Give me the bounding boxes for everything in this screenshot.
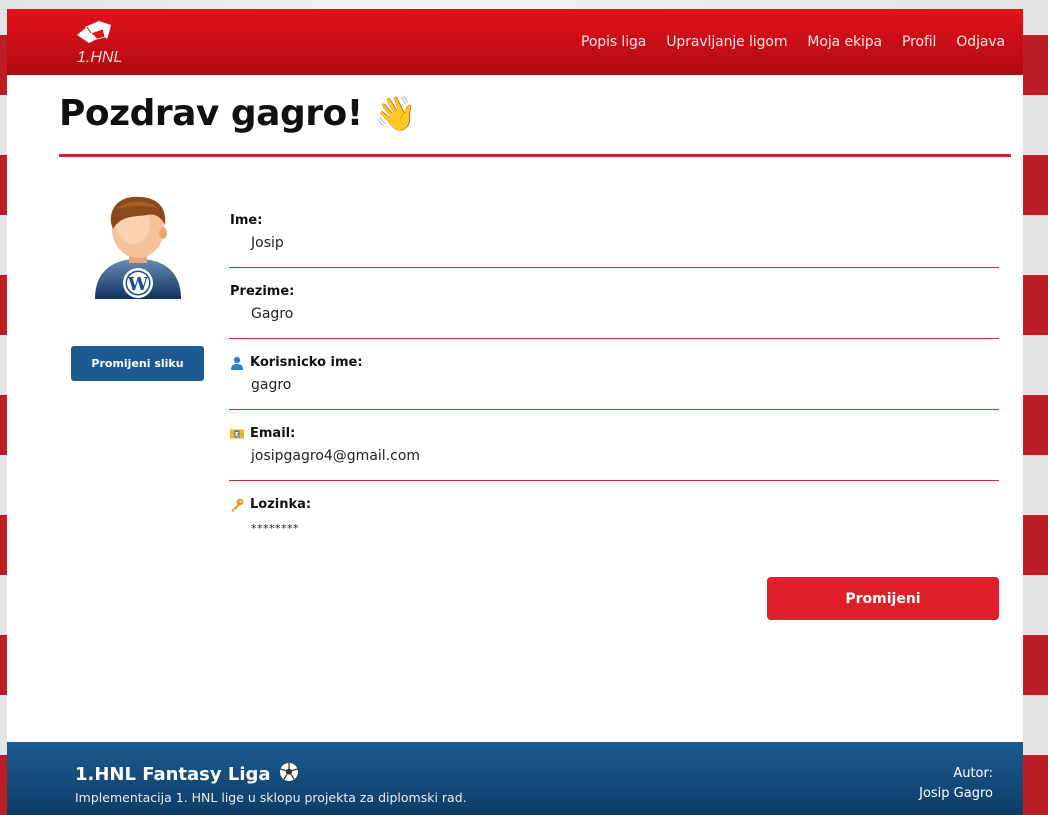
field-label-text: Lozinka: [250,497,312,512]
avatar: W [87,195,189,299]
field-value-prezime: Gagro [251,306,294,322]
field-label-text: Prezime: [230,284,295,299]
svg-text:E: E [235,431,239,438]
edit-profile-button[interactable]: Promijeni [767,577,999,620]
svg-text:W: W [127,274,149,295]
soccer-ball-icon [279,762,299,787]
field-email: E Email: josipgagro4@gmail.com [229,410,999,481]
field-value-ime: Josip [251,235,284,251]
svg-text:1.HNL: 1.HNL [77,49,122,66]
page-container: 1.HNL Popis liga Upravljanje ligom Moja … [7,9,1023,815]
footer: 1.HNL Fantasy Liga Implementacija 1. HNL… [7,742,1023,815]
field-ime: Ime: Josip [229,197,999,268]
change-picture-button[interactable]: Promijeni sliku [71,346,204,381]
field-label-text: Ime: [230,213,263,228]
league-logo[interactable]: 1.HNL [63,17,133,67]
field-label: E Email: [230,426,295,441]
field-value-username: gagro [251,377,292,393]
key-icon [230,498,244,512]
profile-fields: Ime: Josip Prezime: Gagro Korisnicko ime… [229,197,999,552]
field-label: Ime: [230,213,262,228]
field-label: Korisnicko ime: [230,355,363,370]
field-value-email: josipgagro4@gmail.com [251,448,421,464]
page-title: Pozdrav gagro! 👋 [59,93,417,134]
waving-hand-icon: 👋 [374,93,417,134]
footer-title-text: 1.HNL Fantasy Liga [75,764,271,785]
field-lozinka: Lozinka: ******** [229,481,999,552]
user-icon [230,356,244,370]
author-name: Josip Gagro [919,786,993,801]
nav-link-profil[interactable]: Profil [902,34,936,50]
field-label-text: Korisnicko ime: [250,355,363,370]
footer-author: Autor: Josip Gagro [919,764,993,804]
navbar: 1.HNL Popis liga Upravljanje ligom Moja … [7,9,1023,75]
field-label: Lozinka: [230,497,311,512]
author-label: Autor: [953,766,993,781]
nav-links: Popis liga Upravljanje ligom Moja ekipa … [581,34,1005,50]
title-divider [59,154,1011,157]
nav-link-popis-liga[interactable]: Popis liga [581,34,646,50]
field-korisnicko-ime: Korisnicko ime: gagro [229,339,999,410]
nav-link-upravljanje-ligom[interactable]: Upravljanje ligom [666,34,787,50]
field-prezime: Prezime: Gagro [229,268,999,339]
nav-link-odjava[interactable]: Odjava [956,34,1005,50]
field-value-password: ******** [251,522,299,535]
nav-link-moja-ekipa[interactable]: Moja ekipa [807,34,882,50]
footer-title: 1.HNL Fantasy Liga [75,762,299,787]
field-label: Prezime: [230,284,294,299]
email-icon: E [230,427,244,441]
field-label-text: Email: [250,426,296,441]
footer-subtitle: Implementacija 1. HNL lige u sklopu proj… [75,790,467,805]
page-title-text: Pozdrav gagro! [59,93,363,134]
